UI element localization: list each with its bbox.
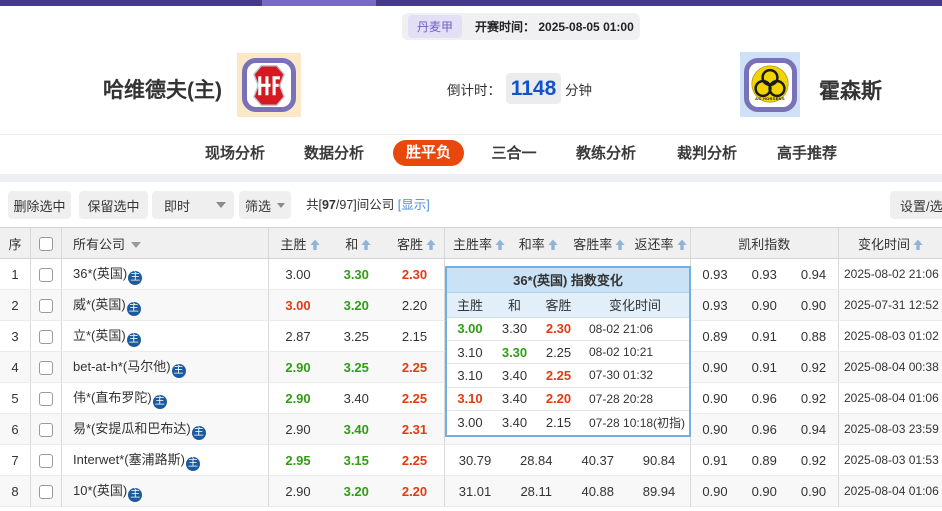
- svg-text:AC HORSENS: AC HORSENS: [755, 96, 785, 101]
